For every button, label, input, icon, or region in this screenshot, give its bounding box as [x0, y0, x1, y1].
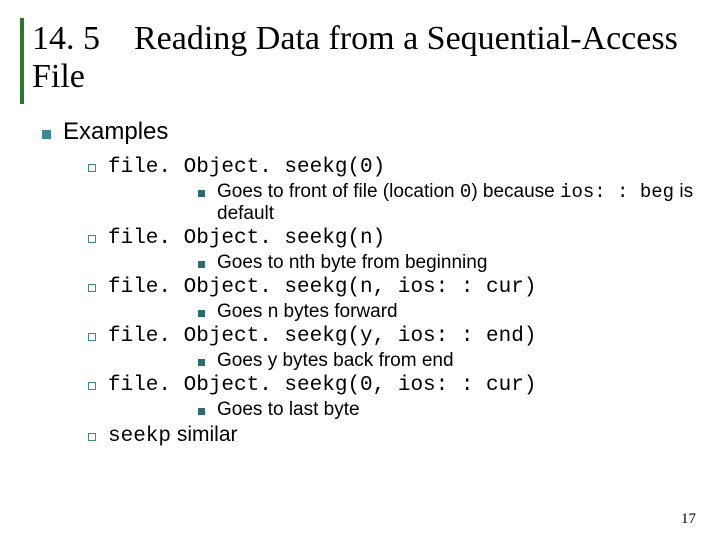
bullet-tiny-square-icon — [198, 190, 205, 197]
example-desc: Goes to last byte — [217, 399, 360, 421]
desc-text: ) because — [471, 181, 560, 202]
example-code: file. Object. seekg(n) — [108, 227, 385, 250]
slide-title: 14. 5 Reading Data from a Sequential-Acc… — [32, 20, 700, 96]
list-item: file. Object. seekg(y, ios: : end) — [88, 325, 700, 348]
bullet-tiny-square-icon — [198, 408, 205, 415]
slide: 14. 5 Reading Data from a Sequential-Acc… — [0, 0, 720, 540]
bullet-hollow-square-icon — [88, 333, 96, 341]
title-block: 14. 5 Reading Data from a Sequential-Acc… — [20, 18, 700, 104]
list-item: file. Object. seekg(0) — [88, 156, 700, 179]
bullet-level3: Goes y bytes back from end — [198, 350, 700, 372]
desc-code: 0 — [460, 181, 471, 203]
plain-fragment: similar — [171, 423, 238, 446]
bullet-hollow-square-icon — [88, 382, 96, 390]
example-desc: Goes to front of file (location 0) becau… — [217, 181, 700, 225]
example-code: seekp similar — [108, 423, 238, 448]
example-desc: Goes y bytes back from end — [217, 350, 454, 372]
bullet-level2-group: file. Object. seekg(0) Goes to front of … — [88, 156, 700, 448]
bullet-level3: Goes to front of file (location 0) becau… — [198, 181, 700, 225]
bullet-tiny-square-icon — [198, 310, 205, 317]
example-desc: Goes n bytes forward — [217, 301, 398, 323]
bullet-tiny-square-icon — [198, 359, 205, 366]
bullet-lvl1-text: Examples — [63, 118, 168, 146]
example-code: file. Object. seekg(n, ios: : cur) — [108, 276, 536, 299]
example-code: file. Object. seekg(0) — [108, 156, 385, 179]
example-code: file. Object. seekg(0, ios: : cur) — [108, 374, 536, 397]
section-number: 14. 5 — [32, 20, 100, 57]
list-item: file. Object. seekg(n, ios: : cur) — [88, 276, 700, 299]
page-number: 17 — [681, 511, 696, 528]
bullet-hollow-square-icon — [88, 164, 96, 172]
bullet-level1: Examples — [42, 118, 700, 146]
code-fragment: seekp — [108, 425, 171, 448]
bullet-level3: Goes to nth byte from beginning — [198, 252, 700, 274]
list-item: file. Object. seekg(0, ios: : cur) — [88, 374, 700, 397]
desc-code: ios: : beg — [560, 181, 674, 203]
bullet-tiny-square-icon — [198, 261, 205, 268]
bullet-square-icon — [42, 130, 51, 139]
bullet-level3: Goes n bytes forward — [198, 301, 700, 323]
bullet-level3: Goes to last byte — [198, 399, 700, 421]
bullet-hollow-square-icon — [88, 433, 96, 441]
bullet-hollow-square-icon — [88, 235, 96, 243]
example-desc: Goes to nth byte from beginning — [217, 252, 487, 274]
list-item: seekp similar — [88, 423, 700, 448]
desc-text: Goes to front of file (location — [217, 181, 460, 202]
bullet-hollow-square-icon — [88, 284, 96, 292]
list-item: file. Object. seekg(n) — [88, 227, 700, 250]
title-text: Reading Data from a Sequential-Access Fi… — [32, 20, 678, 95]
example-code: file. Object. seekg(y, ios: : end) — [108, 325, 536, 348]
